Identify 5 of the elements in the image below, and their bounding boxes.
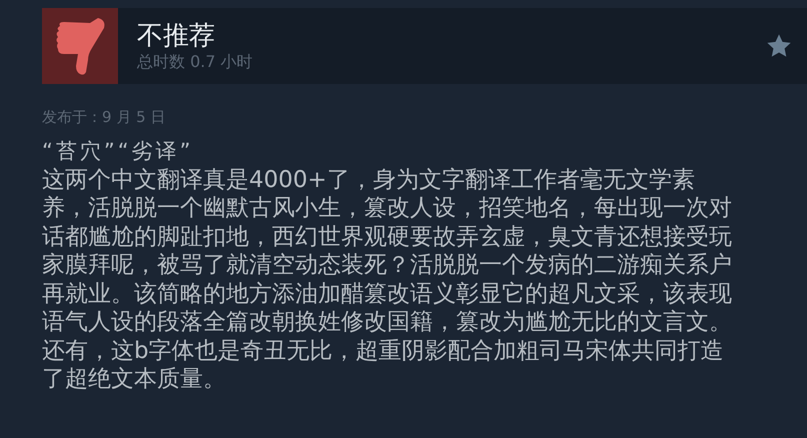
verdict-title: 不推荐 [137, 20, 216, 52]
review-title: “苔穴”“劣译” [42, 138, 194, 165]
posted-date: 发布于：9 月 5 日 [42, 108, 166, 127]
playtime-text: 总时数 0.7 小时 [137, 52, 254, 72]
review-text: 这两个中文翻译真是4000+了，身为文字翻译工作者毫无文学素 养，活脱脱一个幽默古风小生，篡改人设，招笑地名，每出现一次对 话都尴尬的脚趾扣地，西幻世界观硬要故弄玄虚，臭文青还想接受玩 家膜拜呢，被骂了就清空动态装死？活脱脱一个发病的二游痴关系户 再就业。该简略的地方添油加醋篡改语义彰显它的超凡文采，该表现 语气人设的段落全篇改朝换姓修改国籍，篡改为尴尬无比的文言文。 还有，这b字体也是奇丑无比，超重阴影配合加粗司马宋体共同打造 了超绝文本质量。 [42, 166, 732, 394]
